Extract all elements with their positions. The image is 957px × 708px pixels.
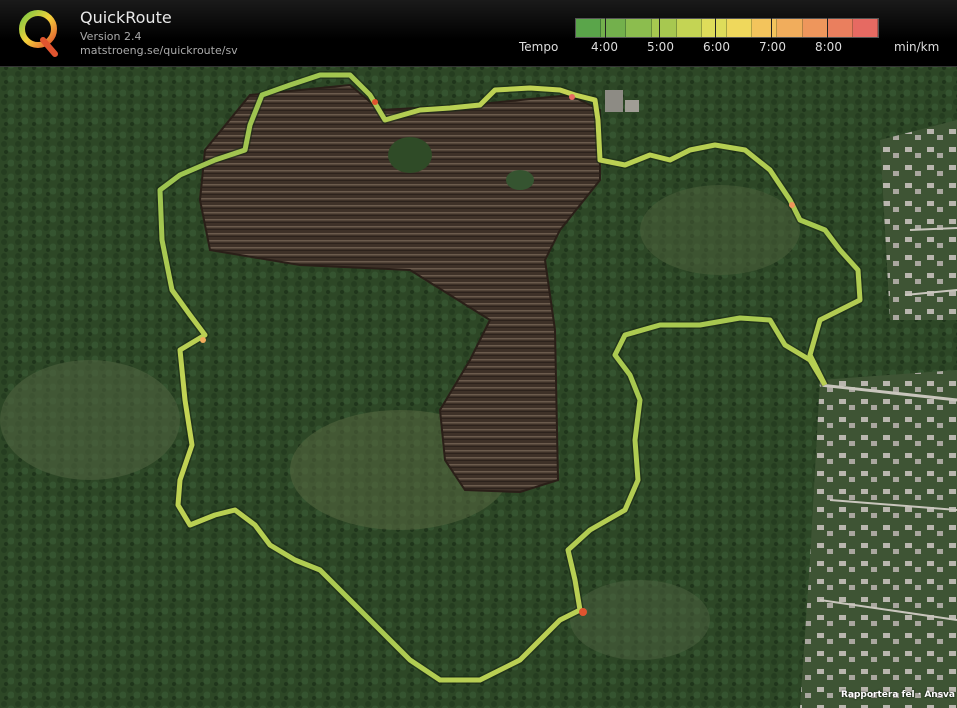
- report-error-link[interactable]: Rapportera fel · Ansva: [841, 690, 955, 700]
- slow-pace-marker: [372, 99, 378, 105]
- legend-unit: min/km: [894, 40, 940, 54]
- scale-color-cell: [802, 19, 828, 37]
- scale-color-cell: [576, 19, 602, 37]
- app-title: QuickRoute: [80, 8, 172, 27]
- scale-tick-label: 5:00: [647, 40, 674, 54]
- tree-island: [506, 170, 534, 190]
- scale-tick-label: 4:00: [591, 40, 618, 54]
- building: [605, 90, 623, 112]
- legend-label: Tempo: [519, 40, 559, 54]
- residential-area: [880, 120, 957, 320]
- slow-pace-marker: [200, 337, 206, 343]
- header-bar: QuickRoute Version 2.4 matstroeng.se/qui…: [0, 0, 957, 67]
- scale-color-cell: [827, 19, 853, 37]
- scale-color-cell: [777, 19, 803, 37]
- scale-color-cell: [651, 19, 677, 37]
- scale-color-cell: [852, 19, 879, 37]
- scale-tick-label: 7:00: [759, 40, 786, 54]
- map-canvas[interactable]: [0, 67, 957, 708]
- scale-tick-label: 6:00: [703, 40, 730, 54]
- building: [625, 100, 639, 112]
- slow-pace-marker: [569, 94, 575, 100]
- clearing: [640, 185, 800, 275]
- scale-tick: [771, 18, 772, 38]
- residential-area: [800, 370, 957, 708]
- clearing: [0, 360, 180, 480]
- scale-tick: [715, 18, 716, 38]
- app-url[interactable]: matstroeng.se/quickroute/sv: [80, 44, 238, 57]
- scale-tick: [827, 18, 828, 38]
- scale-color-cell: [626, 19, 652, 37]
- scale-color-cell: [752, 19, 778, 37]
- satellite-map[interactable]: Rapportera fel · Ansva: [0, 67, 957, 708]
- scale-color-cell: [727, 19, 753, 37]
- quickroute-logo-icon: [19, 10, 58, 57]
- clearing: [570, 580, 710, 660]
- scale-tick: [659, 18, 660, 38]
- slow-pace-marker: [579, 608, 587, 616]
- pace-color-scale: [575, 18, 879, 38]
- app-version: Version 2.4: [80, 30, 142, 43]
- scale-tick-label: 8:00: [815, 40, 842, 54]
- tree-island: [388, 137, 432, 173]
- slow-pace-marker: [789, 202, 795, 208]
- scale-color-cell: [676, 19, 702, 37]
- scale-tick: [605, 18, 606, 38]
